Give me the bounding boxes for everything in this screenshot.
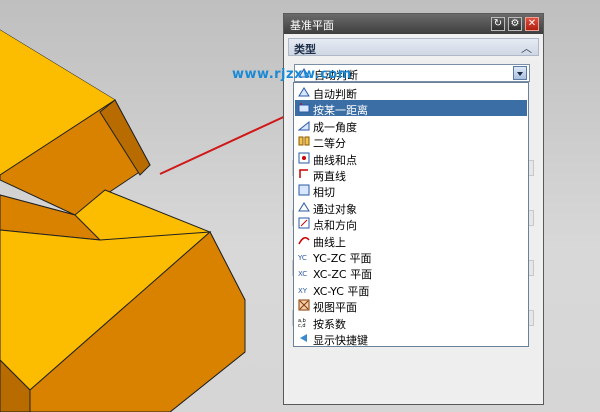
close-icon[interactable]: ✕ — [525, 17, 539, 31]
show-shortcuts-icon — [300, 334, 307, 342]
dropdown-option[interactable]: 曲线和点 — [295, 150, 527, 167]
dropdown-option[interactable]: YC YC-ZC 平面 — [295, 248, 527, 265]
dialog-title: 基准平面 — [290, 19, 334, 32]
type-section-label: 类型 — [294, 43, 316, 56]
through-object-icon — [298, 201, 310, 212]
dialog-titlebar[interactable]: 基准平面 ↻ ⚙ ✕ — [284, 14, 543, 34]
dropdown-option[interactable]: 自动判断 — [295, 84, 527, 101]
watermark-text: www.rjzxw.com — [232, 67, 352, 82]
view-plane-icon — [298, 299, 310, 311]
dropdown-option[interactable]: 点和方向 — [295, 215, 527, 232]
offset-distance-icon — [298, 103, 310, 113]
settings-gear-icon[interactable]: ⚙ — [508, 17, 522, 31]
dropdown-option[interactable]: 通过对象 — [295, 199, 527, 216]
angle-icon — [298, 120, 310, 131]
dropdown-option[interactable]: 两直线 — [295, 166, 527, 183]
chevron-down-icon[interactable] — [513, 66, 527, 80]
type-dropdown-list[interactable]: 自动判断 按某一距离 成一角度 二等分 曲线和点 两直线 相切 通过对象 点和方向 曲线上 YC YC… — [293, 82, 529, 347]
dropdown-option[interactable]: XC XC-ZC 平面 — [295, 264, 527, 281]
dropdown-option-label: 显示快捷键 — [313, 334, 368, 347]
type-section-header[interactable]: 类型 ︿ — [288, 38, 539, 56]
tangent-icon — [298, 184, 310, 196]
svg-text:XY: XY — [298, 287, 308, 295]
dropdown-option[interactable]: 显示快捷键 — [295, 330, 527, 347]
chevron-up-icon[interactable]: ︿ — [521, 40, 532, 56]
on-curve-icon — [298, 236, 310, 244]
dropdown-option[interactable]: 相切 — [295, 182, 527, 199]
stepped-solid-model[interactable] — [0, 29, 246, 412]
dropdown-option[interactable]: 成一角度 — [295, 117, 527, 134]
dropdown-option[interactable]: 按某一距离 — [295, 100, 527, 117]
xc-yc-plane-icon: XY — [298, 287, 308, 295]
yc-zc-plane-icon: YC — [298, 254, 307, 262]
point-direction-icon — [298, 217, 310, 229]
dropdown-option[interactable]: 二等分 — [295, 133, 527, 150]
svg-text:XC: XC — [298, 270, 307, 278]
xc-zc-plane-icon: XC — [298, 270, 307, 278]
dropdown-option[interactable]: 视图平面 — [295, 297, 527, 314]
curve-point-icon — [298, 152, 310, 164]
dropdown-option[interactable]: XY XC-YC 平面 — [295, 281, 527, 298]
two-lines-icon — [299, 169, 308, 178]
svg-text:c,d: c,d — [298, 323, 306, 328]
coefficients-icon: a,bc,d — [298, 318, 306, 328]
bisector-icon — [298, 136, 310, 146]
dropdown-option[interactable]: a,b c,d 按系数 — [295, 314, 527, 331]
dropdown-option[interactable]: 曲线上 — [295, 232, 527, 249]
reset-icon[interactable]: ↻ — [491, 17, 505, 31]
svg-text:YC: YC — [298, 254, 307, 262]
auto-infer-icon — [298, 87, 310, 97]
